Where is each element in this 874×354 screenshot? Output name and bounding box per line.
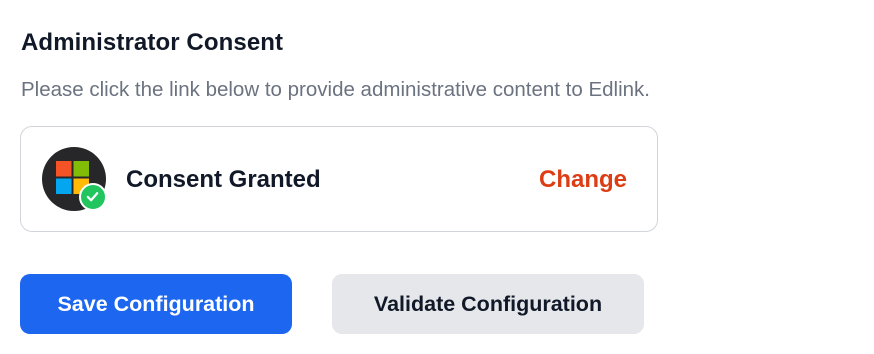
change-consent-link[interactable]: Change — [539, 166, 627, 194]
consent-status-label: Consent Granted — [126, 166, 321, 193]
save-configuration-button[interactable]: Save Configuration — [20, 274, 292, 334]
provider-avatar — [42, 147, 107, 211]
section-description: Please click the link below to provide a… — [21, 78, 650, 101]
check-badge-icon — [79, 183, 107, 211]
validate-configuration-button[interactable]: Validate Configuration — [332, 274, 644, 334]
consent-card: Consent Granted Change — [20, 126, 658, 232]
section-title: Administrator Consent — [21, 29, 284, 56]
